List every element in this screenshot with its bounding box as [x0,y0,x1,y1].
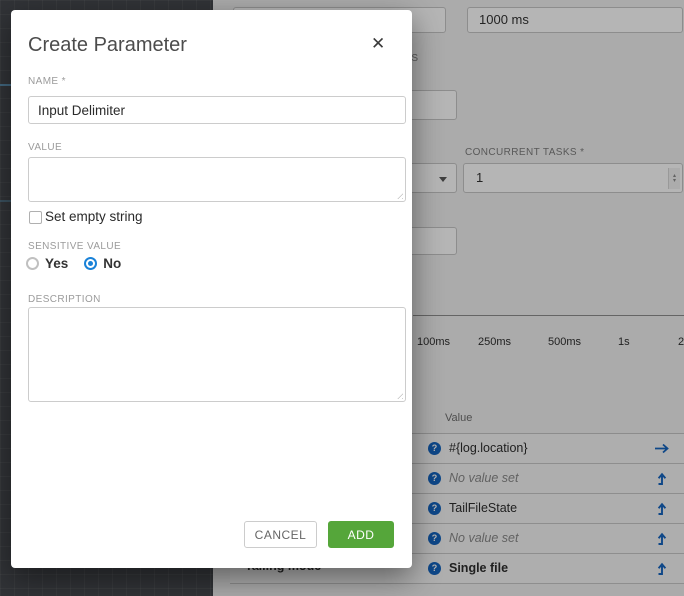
value-label: VALUE [28,142,62,153]
description-textarea[interactable] [28,307,406,402]
add-button[interactable]: ADD [328,521,394,548]
radio-icon[interactable] [84,257,97,270]
sensitive-yes-radio[interactable]: Yes [26,256,68,271]
name-input[interactable] [28,96,406,124]
sensitive-no-radio[interactable]: No [84,256,121,271]
name-label: NAME * [28,76,66,87]
close-icon[interactable]: ✕ [371,34,385,54]
cancel-button[interactable]: CANCEL [244,521,317,548]
resize-grip-icon[interactable] [394,190,403,199]
radio-icon[interactable] [26,257,39,270]
empty-string-checkbox[interactable] [29,211,42,224]
sensitive-value-label: SENSITIVE VALUE [28,241,121,252]
sensitive-radio-group: Yes No [26,256,137,271]
dialog-title: Create Parameter [28,34,187,57]
resize-grip-icon[interactable] [394,390,403,399]
radio-label: Yes [45,256,68,271]
empty-string-label: Set empty string [45,209,143,224]
radio-label: No [103,256,121,271]
description-label: DESCRIPTION [28,294,101,305]
create-parameter-dialog: Create Parameter ✕ NAME * VALUE Set empt… [11,10,412,568]
value-textarea[interactable] [28,157,406,202]
